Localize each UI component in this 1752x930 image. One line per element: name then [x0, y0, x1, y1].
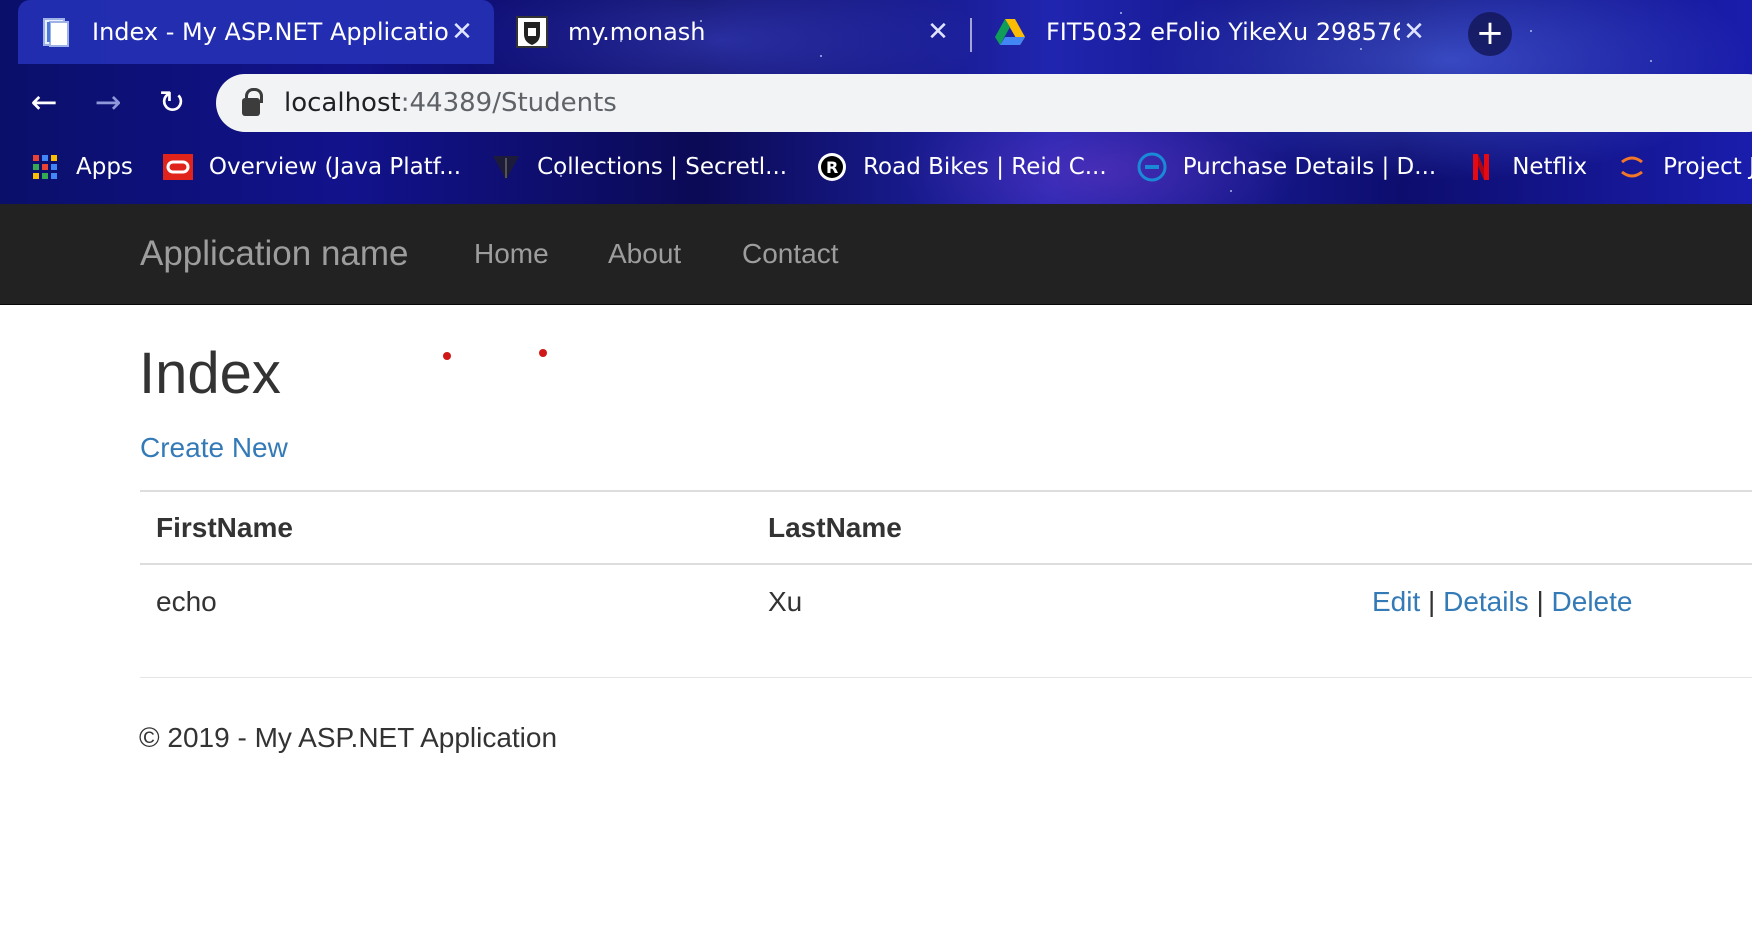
tab-efolio[interactable]: FIT5032 eFolio YikeXu 29857643 ✕ — [972, 2, 1446, 62]
bookmarks-bar: Apps Overview (Java Platf... Collections… — [0, 144, 1752, 190]
cell-lastname: Xu — [768, 586, 803, 617]
address-bar[interactable]: localhost:44389/Students — [216, 74, 1752, 132]
browser-chrome: Index - My ASP.NET Application ✕ my.mona… — [0, 0, 1752, 204]
nav-link-contact[interactable]: Contact — [742, 238, 839, 270]
column-header-lastname: LastName — [768, 512, 902, 543]
svg-text:R: R — [826, 158, 838, 177]
google-drive-icon — [994, 16, 1026, 48]
bookmark-netflix[interactable]: Netflix — [1466, 152, 1587, 182]
triangle-logo-icon — [491, 152, 521, 182]
url-host: localhost — [284, 88, 401, 118]
navbar-brand[interactable]: Application name — [140, 234, 409, 274]
bookmark-label: Project Jupyter — [1663, 154, 1752, 180]
tab-index[interactable]: Index - My ASP.NET Application ✕ — [18, 0, 494, 64]
netflix-icon — [1466, 152, 1496, 182]
document-favicon-icon — [40, 16, 72, 48]
close-tab-icon[interactable]: ✕ — [1400, 17, 1428, 47]
footer-copyright: © 2019 - My ASP.NET Application — [139, 722, 558, 753]
bookmark-road-bikes[interactable]: R Road Bikes | Reid C... — [817, 152, 1107, 182]
red-dot-marker — [539, 349, 547, 357]
bookmark-label: Netflix — [1512, 154, 1588, 180]
edit-link[interactable]: Edit — [1372, 586, 1420, 617]
create-new-link[interactable]: Create New — [140, 432, 288, 464]
close-tab-icon[interactable]: ✕ — [448, 17, 476, 47]
tab-my-monash[interactable]: my.monash ✕ — [494, 2, 970, 62]
cell-firstname: echo — [156, 586, 217, 617]
apps-grid-icon — [30, 152, 60, 182]
nav-link-home[interactable]: Home — [474, 238, 549, 270]
jupyter-icon — [1617, 152, 1647, 182]
table-top-border — [140, 490, 1752, 492]
bookmark-apps[interactable]: Apps — [30, 152, 133, 182]
column-header-firstname: FirstName — [156, 512, 293, 543]
bookmark-label: Overview (Java Platf... — [208, 154, 462, 180]
action-separator: | — [1428, 586, 1436, 617]
reload-button[interactable]: ↻ — [150, 80, 194, 124]
delete-link[interactable]: Delete — [1552, 586, 1633, 617]
bookmark-java-overview[interactable]: Overview (Java Platf... — [162, 152, 462, 182]
action-separator: | — [1536, 586, 1544, 617]
bookmark-label: Collections | Secretl... — [537, 154, 788, 180]
tab-title: my.monash — [568, 18, 706, 46]
url-path: :44389/Students — [400, 88, 617, 118]
nav-link-about[interactable]: About — [608, 238, 681, 270]
row-actions: Edit | Details | Delete — [1372, 586, 1632, 618]
tab-title: FIT5032 eFolio YikeXu 29857643 — [1046, 18, 1400, 46]
table-header-border — [140, 563, 1752, 565]
details-link[interactable]: Details — [1443, 586, 1529, 617]
monash-crest-icon — [516, 16, 548, 48]
bookmark-label: Purchase Details | D... — [1182, 154, 1437, 180]
bookmark-purchase-details[interactable]: Purchase Details | D... — [1137, 152, 1437, 182]
site-navbar: Application name Home About Contact — [0, 204, 1752, 305]
page-title: Index — [139, 341, 281, 406]
tab-title: Index - My ASP.NET Application — [92, 18, 448, 46]
oracle-icon — [162, 152, 193, 182]
bookmark-project-jupyter[interactable]: Project Jupyter — [1617, 152, 1752, 182]
close-tab-icon[interactable]: ✕ — [924, 17, 952, 47]
bookmark-collections[interactable]: Collections | Secretl... — [491, 152, 787, 182]
forward-button[interactable]: → — [86, 80, 130, 124]
new-tab-button[interactable]: + — [1468, 12, 1512, 56]
lock-icon — [242, 88, 263, 116]
footer-divider — [140, 677, 1752, 678]
back-button[interactable]: ← — [22, 80, 66, 124]
bookmark-label: Road Bikes | Reid C... — [863, 154, 1107, 180]
red-dot-marker — [443, 352, 451, 360]
reid-logo-icon: R — [817, 152, 847, 182]
dell-logo-icon — [1137, 152, 1167, 182]
bookmark-label: Apps — [76, 154, 133, 180]
